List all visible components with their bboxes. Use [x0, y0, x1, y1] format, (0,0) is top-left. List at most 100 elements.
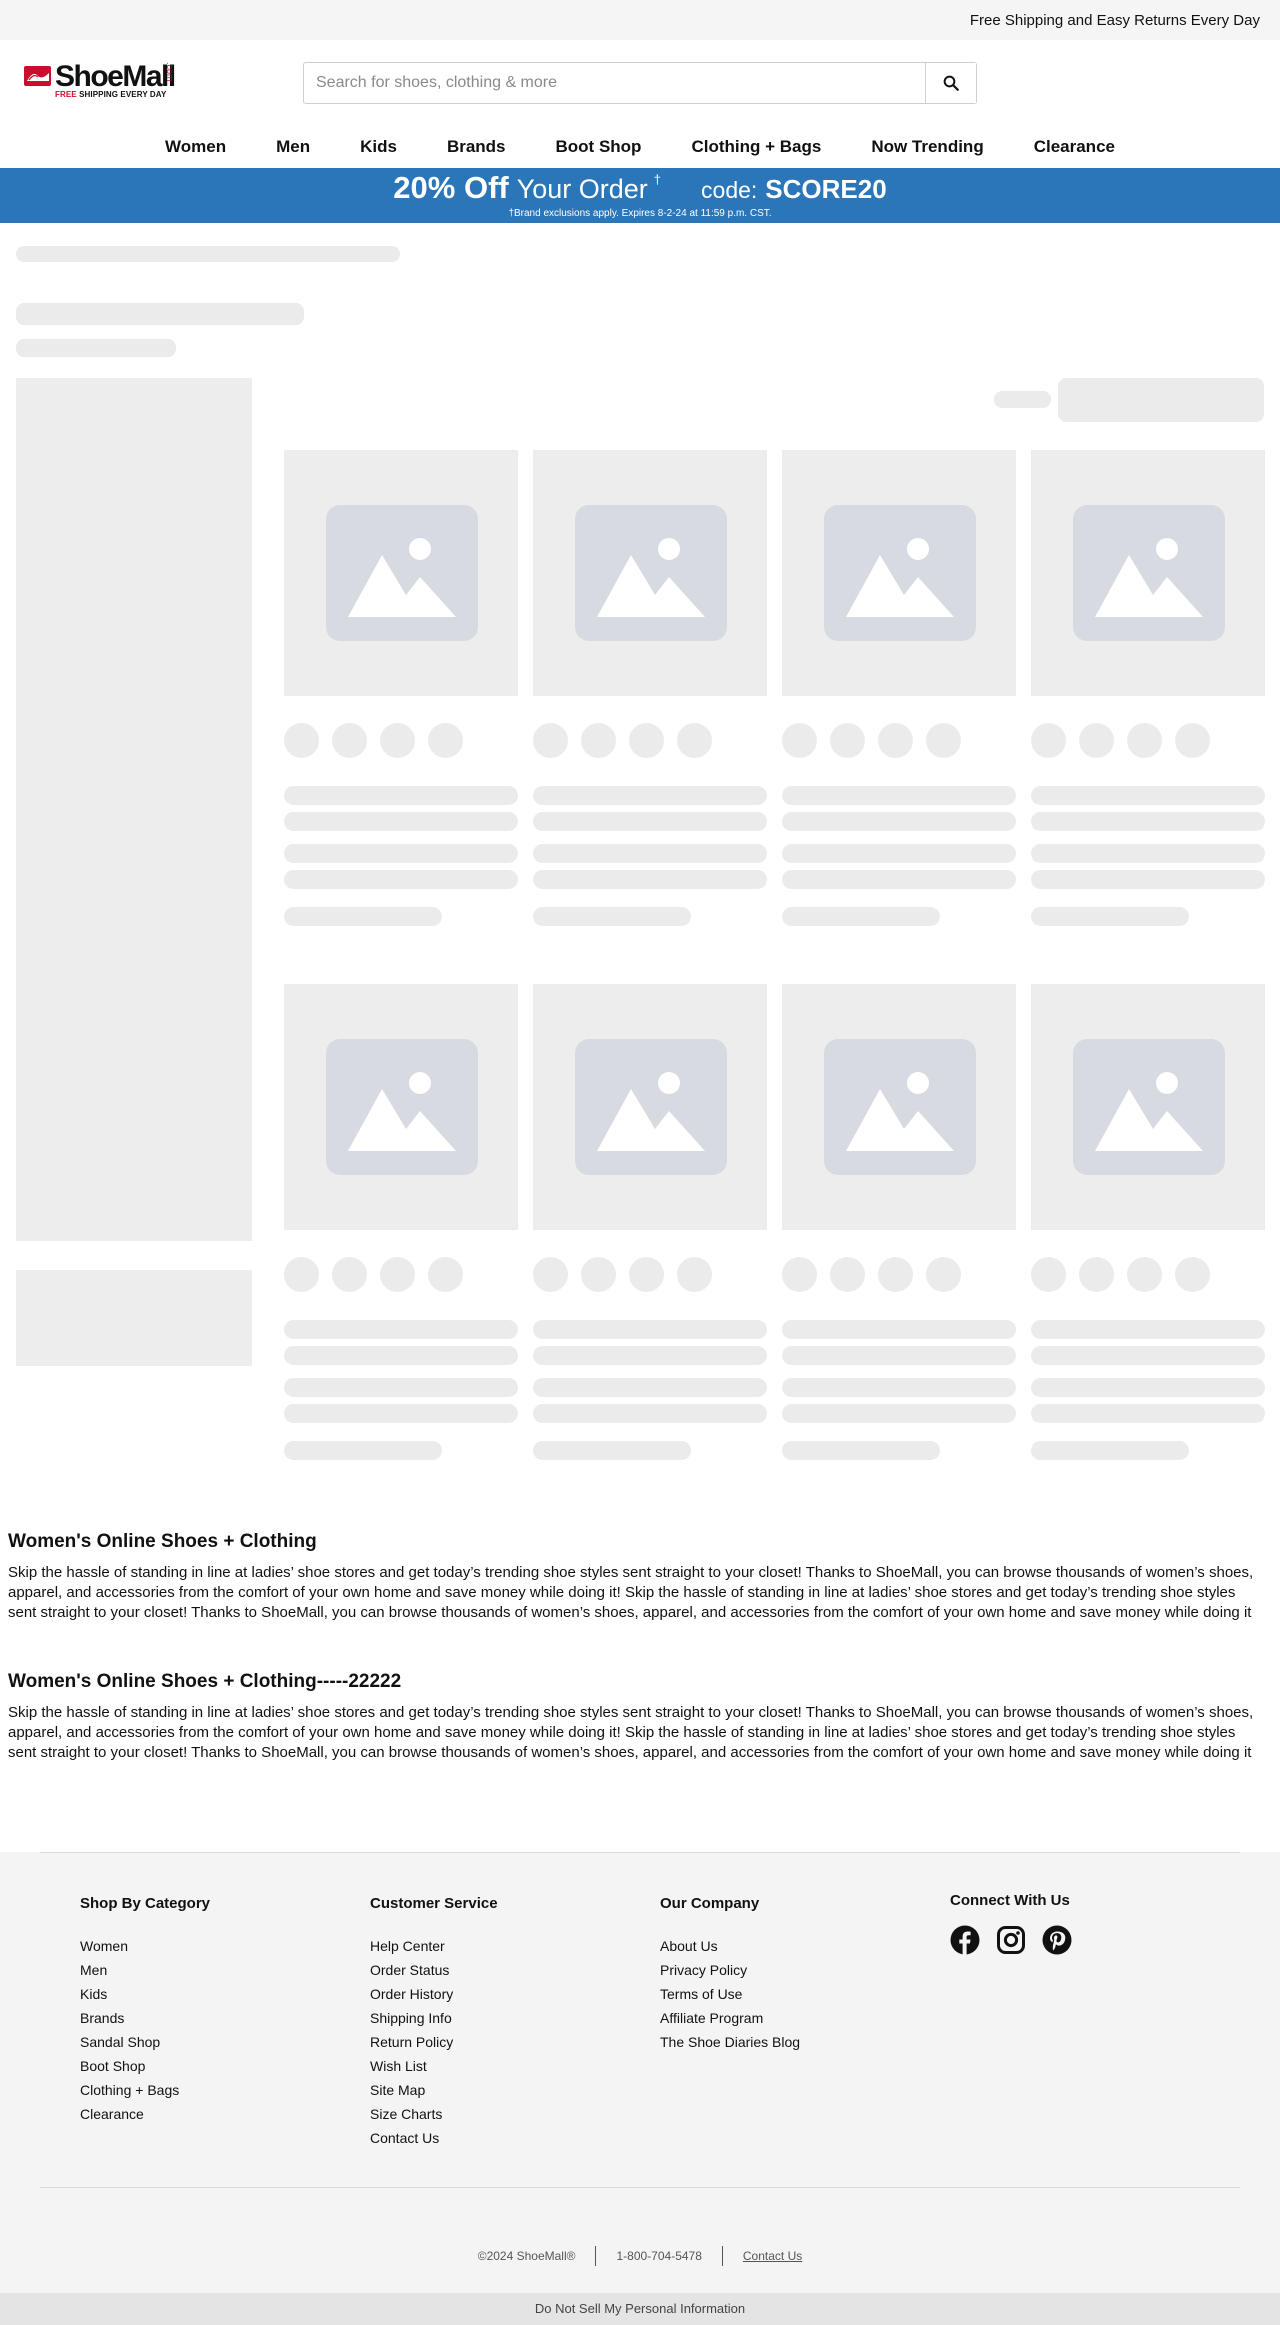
footer-link-sandal-shop[interactable]: Sandal Shop: [80, 2030, 210, 2054]
footer-col-service: Customer Service Help Center Order Statu…: [370, 1895, 498, 2150]
text-line-placeholder: [284, 812, 518, 831]
text-line-placeholder: [1031, 812, 1265, 831]
nav-item-kids[interactable]: Kids: [335, 137, 422, 157]
footer-link-clothing-bags[interactable]: Clothing + Bags: [80, 2078, 210, 2102]
footer-contact-link[interactable]: Contact Us: [743, 2249, 802, 2263]
footer-col-company: Our Company About Us Privacy Policy Term…: [660, 1895, 800, 2054]
footer-link-terms-of-use[interactable]: Terms of Use: [660, 1982, 800, 2006]
do-not-sell-link[interactable]: Do Not Sell My Personal Information: [0, 2293, 1280, 2325]
promo-discount: 20% Off: [393, 170, 509, 205]
divider: [595, 2246, 597, 2266]
nav-item-women[interactable]: Women: [140, 137, 251, 157]
color-swatch-placeholder: [1127, 1257, 1162, 1292]
footer-link-return-policy[interactable]: Return Policy: [370, 2030, 498, 2054]
shoemall-logo[interactable]: ShoeMall .com FREE SHIPPING EVERY DAY: [23, 60, 183, 104]
footer-link-order-history[interactable]: Order History: [370, 1982, 498, 2006]
text-line-placeholder: [782, 907, 940, 926]
shipping-message: Free Shipping and Easy Returns Every Day: [969, 11, 1260, 29]
footer-link-help-center[interactable]: Help Center: [370, 1934, 498, 1958]
footer-link-clearance[interactable]: Clearance: [80, 2102, 210, 2126]
footer-link-women[interactable]: Women: [80, 1934, 210, 1958]
promo-banner[interactable]: 20% Off Your Order † code: SCORE20 †Bran…: [0, 168, 1280, 223]
nav-item-boot-shop[interactable]: Boot Shop: [531, 137, 667, 157]
promo-headline-row: 20% Off Your Order † code: SCORE20: [0, 170, 1280, 206]
nav-item-brands[interactable]: Brands: [422, 137, 531, 157]
footer-link-brands[interactable]: Brands: [80, 2006, 210, 2030]
product-image-placeholder: [533, 450, 767, 696]
search-button[interactable]: [925, 63, 976, 103]
footer-link-affiliate-program[interactable]: Affiliate Program: [660, 2006, 800, 2030]
promo-fine-print: †Brand exclusions apply. Expires 8-2-24 …: [508, 208, 772, 219]
footer-link-men[interactable]: Men: [80, 1958, 210, 1982]
text-line-placeholder: [782, 1378, 1016, 1397]
footer-link-privacy-policy[interactable]: Privacy Policy: [660, 1958, 800, 1982]
image-placeholder-icon: [1073, 505, 1225, 641]
skeleton-subtitle: [16, 339, 176, 357]
color-swatch-placeholder: [533, 723, 568, 758]
pinterest-icon[interactable]: [1042, 1925, 1072, 1955]
footer-col-connect: Connect With Us: [950, 1892, 1072, 1955]
nav-item-clothing-bags[interactable]: Clothing + Bags: [666, 137, 846, 157]
product-image-placeholder: [533, 984, 767, 1230]
text-line-placeholder: [782, 812, 1016, 831]
footer-link-shipping-info[interactable]: Shipping Info: [370, 2006, 498, 2030]
footer-link-contact-us[interactable]: Contact Us: [370, 2126, 498, 2150]
text-line-placeholder: [782, 1320, 1016, 1339]
color-swatch-placeholder: [782, 1257, 817, 1292]
seo-title-1: Women's Online Shoes + Clothing: [8, 1531, 317, 1552]
footer-link-site-map[interactable]: Site Map: [370, 2078, 498, 2102]
text-line-placeholder: [284, 870, 518, 889]
color-swatch-placeholder: [782, 723, 817, 758]
color-swatch-placeholder: [1175, 1257, 1210, 1292]
image-placeholder-icon: [824, 1039, 976, 1175]
skeleton-title: [16, 303, 304, 325]
promo-your-order: Your Order: [516, 174, 648, 204]
color-swatch-placeholder: [533, 1257, 568, 1292]
logo-word: ShoeMall: [55, 60, 176, 93]
color-swatch-placeholder: [332, 723, 367, 758]
color-swatch-placeholder: [926, 723, 961, 758]
text-line-placeholder: [284, 1378, 518, 1397]
top-strip: Free Shipping and Easy Returns Every Day: [0, 0, 1280, 40]
color-swatch-placeholder: [380, 1257, 415, 1292]
color-swatch-placeholder: [380, 723, 415, 758]
text-line-placeholder: [782, 844, 1016, 863]
skeleton-sort-dropdown: [1058, 378, 1264, 422]
nav-item-clearance[interactable]: Clearance: [1009, 137, 1140, 157]
skeleton-breadcrumb: [16, 246, 400, 262]
footer-link-size-charts[interactable]: Size Charts: [370, 2102, 498, 2126]
color-swatch-placeholder: [830, 1257, 865, 1292]
color-swatch-placeholder: [428, 1257, 463, 1292]
instagram-icon[interactable]: [996, 1925, 1026, 1955]
text-line-placeholder: [782, 786, 1016, 805]
footer-link-about-us[interactable]: About Us: [660, 1934, 800, 1958]
text-line-placeholder: [533, 1320, 767, 1339]
facebook-icon[interactable]: [950, 1925, 980, 1955]
footer-link-boot-shop[interactable]: Boot Shop: [80, 2054, 210, 2078]
skeleton-sort-label: [994, 391, 1051, 408]
product-image-placeholder: [782, 984, 1016, 1230]
seo-body-1: Skip the hassle of standing in line at l…: [8, 1564, 1254, 1621]
footer-heading-company: Our Company: [660, 1895, 760, 1912]
phone-number[interactable]: 1-800-704-5478: [616, 2249, 701, 2263]
text-line-placeholder: [533, 870, 767, 889]
footer-link-kids[interactable]: Kids: [80, 1982, 210, 2006]
image-placeholder-icon: [326, 505, 478, 641]
footer-link-wish-list[interactable]: Wish List: [370, 2054, 498, 2078]
color-swatch-placeholder: [878, 723, 913, 758]
text-line-placeholder: [533, 1346, 767, 1365]
promo-code-label: code:: [701, 177, 758, 203]
footer-col-shop: Shop By Category Women Men Kids Brands S…: [80, 1895, 210, 2126]
nav-item-men[interactable]: Men: [251, 137, 335, 157]
footer-link-order-status[interactable]: Order Status: [370, 1958, 498, 1982]
footer-heading-connect: Connect With Us: [950, 1892, 1070, 1909]
nav-item-now-trending[interactable]: Now Trending: [846, 137, 1008, 157]
text-line-placeholder: [284, 907, 442, 926]
seo-block-1: Women's Online Shoes + Clothing Skip the…: [8, 1531, 1266, 1623]
text-line-placeholder: [533, 1404, 767, 1423]
shoe-logo-icon: [24, 66, 51, 86]
footer-link-shoe-diaries-blog[interactable]: The Shoe Diaries Blog: [660, 2030, 800, 2054]
footer-top-divider: [40, 1852, 1240, 1853]
text-line-placeholder: [1031, 1441, 1189, 1460]
search-input[interactable]: [304, 63, 925, 103]
